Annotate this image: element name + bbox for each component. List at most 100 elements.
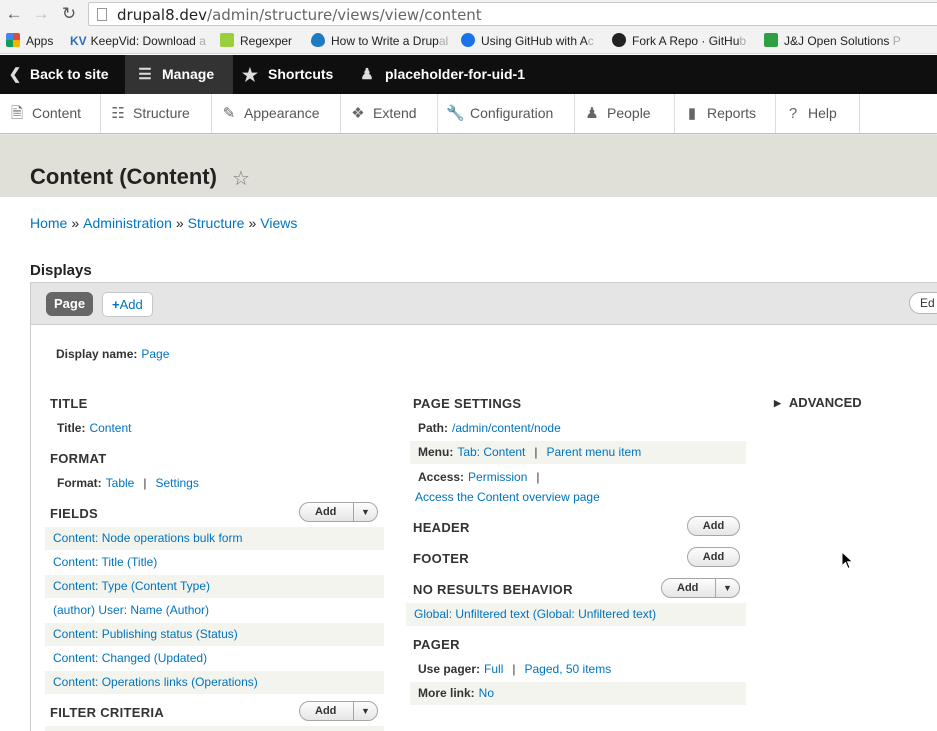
mouse-cursor-icon bbox=[841, 551, 854, 570]
format-settings-link[interactable]: Settings bbox=[155, 476, 198, 490]
bookmark-github-docs[interactable]: Using GitHub with Ac bbox=[461, 33, 594, 49]
footer-add-button[interactable]: Add bbox=[687, 547, 740, 567]
advanced-toggle[interactable]: ▶ ADVANCED bbox=[774, 395, 862, 410]
tab-page[interactable]: Page bbox=[46, 292, 94, 316]
tray-label: People bbox=[607, 105, 651, 121]
format-row: Format: Table | Settings bbox=[57, 476, 199, 490]
menu-link[interactable]: Tab: Content bbox=[457, 445, 525, 459]
breadcrumb-home[interactable]: Home bbox=[30, 215, 67, 231]
tray-item-extend[interactable]: ❖ Extend bbox=[341, 94, 438, 133]
breadcrumb-structure[interactable]: Structure bbox=[188, 215, 245, 231]
sitemap-icon: ☷ bbox=[111, 105, 125, 122]
hamburger-icon: ☰ bbox=[138, 66, 152, 83]
page-header: Content (Content) ☆ bbox=[0, 135, 937, 197]
title-link[interactable]: Content bbox=[89, 421, 131, 435]
tray-item-content[interactable]: 🗎 Content bbox=[0, 94, 101, 133]
breadcrumb-views[interactable]: Views bbox=[260, 215, 297, 231]
title-heading: TITLE bbox=[50, 396, 88, 411]
tray-item-configuration[interactable]: 🔧 Configuration bbox=[438, 94, 575, 133]
more-link-row: More link: No bbox=[410, 682, 746, 705]
header-heading: HEADER bbox=[413, 520, 470, 535]
edit-view-button[interactable]: Ed bbox=[909, 292, 937, 314]
user-icon: ♟ bbox=[360, 66, 374, 83]
tray-item-help[interactable]: ? Help bbox=[776, 94, 860, 133]
tray-item-appearance[interactable]: ✎ Appearance bbox=[212, 94, 341, 133]
bookmark-jj-open[interactable]: J&J Open Solutions P bbox=[764, 33, 901, 49]
field-link[interactable]: Content: Title (Title) bbox=[53, 555, 157, 569]
admin-toolbar: ❮ Back to site ☰ Manage ★ Shortcuts ♟ pl… bbox=[0, 55, 937, 94]
pager-label: Use pager: bbox=[418, 662, 481, 676]
pager-detail-link[interactable]: Paged, 50 items bbox=[525, 662, 612, 676]
page-icon bbox=[97, 8, 107, 21]
field-row: Content: Type (Content Type) bbox=[45, 575, 384, 598]
field-row: Content: Title (Title) bbox=[45, 551, 384, 574]
bookmark-fork-repo[interactable]: Fork A Repo · GitHub bbox=[612, 33, 746, 49]
bookmarks-bar: Apps KV KeepVid: Download a Regexper How … bbox=[0, 28, 937, 54]
tray-item-people[interactable]: ♟ People bbox=[575, 94, 675, 133]
format-link[interactable]: Table bbox=[106, 476, 135, 490]
access-link[interactable]: Permission bbox=[468, 470, 527, 484]
plus-icon: + bbox=[112, 297, 120, 312]
bookmark-drupal[interactable]: How to Write a Drupal bbox=[311, 33, 448, 49]
tray-item-structure[interactable]: ☷ Structure bbox=[101, 94, 212, 133]
address-bar[interactable]: drupal8.dev/admin/structure/views/view/c… bbox=[88, 2, 937, 26]
back-to-site-label: Back to site bbox=[30, 66, 109, 82]
breadcrumb-administration[interactable]: Administration bbox=[83, 215, 172, 231]
browser-toolbar: ← → ↻ drupal8.dev/admin/structure/views/… bbox=[0, 0, 937, 28]
field-link[interactable]: Content: Operations links (Operations) bbox=[53, 675, 258, 689]
field-row: Content: Node operations bulk form bbox=[45, 527, 384, 550]
path-link[interactable]: /admin/content/node bbox=[452, 421, 561, 435]
caret-down-icon[interactable]: ▼ bbox=[715, 579, 739, 597]
star-outline-icon[interactable]: ☆ bbox=[232, 166, 250, 191]
field-link[interactable]: Content: Publishing status (Status) bbox=[53, 627, 238, 641]
field-link[interactable]: Content: Node operations bulk form bbox=[53, 531, 242, 545]
pager-link[interactable]: Full bbox=[484, 662, 503, 676]
reload-icon[interactable]: ↻ bbox=[59, 3, 79, 25]
breadcrumb: Home» Administration» Structure» Views bbox=[30, 215, 298, 231]
tray-item-reports[interactable]: ▮ Reports bbox=[675, 94, 776, 133]
forward-arrow-icon[interactable]: → bbox=[31, 3, 51, 25]
shortcuts-tab[interactable]: ★ Shortcuts bbox=[239, 55, 349, 94]
puzzle-icon: ❖ bbox=[351, 105, 365, 122]
pager-heading: PAGER bbox=[413, 637, 460, 652]
parent-menu-link[interactable]: Parent menu item bbox=[547, 445, 642, 459]
filter-criteria-heading: FILTER CRITERIA bbox=[50, 705, 165, 720]
filter-add-button[interactable]: Add ▼ bbox=[299, 701, 378, 721]
bookmark-regexper[interactable]: Regexper bbox=[220, 33, 292, 49]
drupal-drop-icon bbox=[311, 33, 325, 47]
menu-row: Menu: Tab: Content | Parent menu item bbox=[410, 441, 746, 464]
tray-label: Appearance bbox=[244, 105, 320, 121]
add-display-button[interactable]: +Add bbox=[102, 292, 153, 317]
bookmark-apps[interactable]: Apps bbox=[6, 33, 53, 49]
display-tabs: Page +Add Ed bbox=[31, 283, 937, 325]
no-results-link[interactable]: Global: Unfiltered text (Global: Unfilte… bbox=[414, 607, 656, 621]
caret-down-icon[interactable]: ▼ bbox=[353, 503, 377, 521]
triangle-right-icon: ▶ bbox=[774, 398, 781, 408]
tray-label: Extend bbox=[373, 105, 417, 121]
back-to-site-link[interactable]: ❮ Back to site bbox=[0, 55, 125, 94]
more-link-value[interactable]: No bbox=[479, 686, 494, 700]
path-label: Path: bbox=[418, 421, 448, 435]
fields-add-label: Add bbox=[315, 506, 337, 518]
displays-heading: Displays bbox=[30, 262, 92, 279]
field-link[interactable]: (author) User: Name (Author) bbox=[53, 603, 209, 617]
access-detail-link[interactable]: Access the Content overview page bbox=[415, 490, 600, 504]
manage-tab[interactable]: ☰ Manage bbox=[125, 55, 233, 94]
bar-chart-icon: ▮ bbox=[687, 105, 697, 122]
field-link[interactable]: Content: Type (Content Type) bbox=[53, 579, 210, 593]
star-icon: ★ bbox=[241, 65, 259, 85]
caret-down-icon[interactable]: ▼ bbox=[353, 702, 377, 720]
back-arrow-icon[interactable]: ← bbox=[4, 3, 24, 25]
no-results-add-label: Add bbox=[677, 582, 699, 594]
field-link[interactable]: Content: Changed (Updated) bbox=[53, 651, 207, 665]
no-results-add-button[interactable]: Add ▼ bbox=[661, 578, 740, 598]
field-row: Content: Changed (Updated) bbox=[45, 647, 384, 670]
user-tab[interactable]: ♟ placeholder-for-uid-1 bbox=[356, 55, 556, 94]
bookmark-keepvid[interactable]: KV KeepVid: Download a bbox=[70, 33, 206, 49]
chevron-left-circle-icon: ❮ bbox=[8, 66, 22, 83]
fields-add-button[interactable]: Add ▼ bbox=[299, 502, 378, 522]
title-row: Title: Content bbox=[49, 417, 384, 440]
page-settings-heading: PAGE SETTINGS bbox=[413, 396, 522, 411]
header-add-button[interactable]: Add bbox=[687, 516, 740, 536]
display-name-link[interactable]: Page bbox=[141, 347, 169, 361]
